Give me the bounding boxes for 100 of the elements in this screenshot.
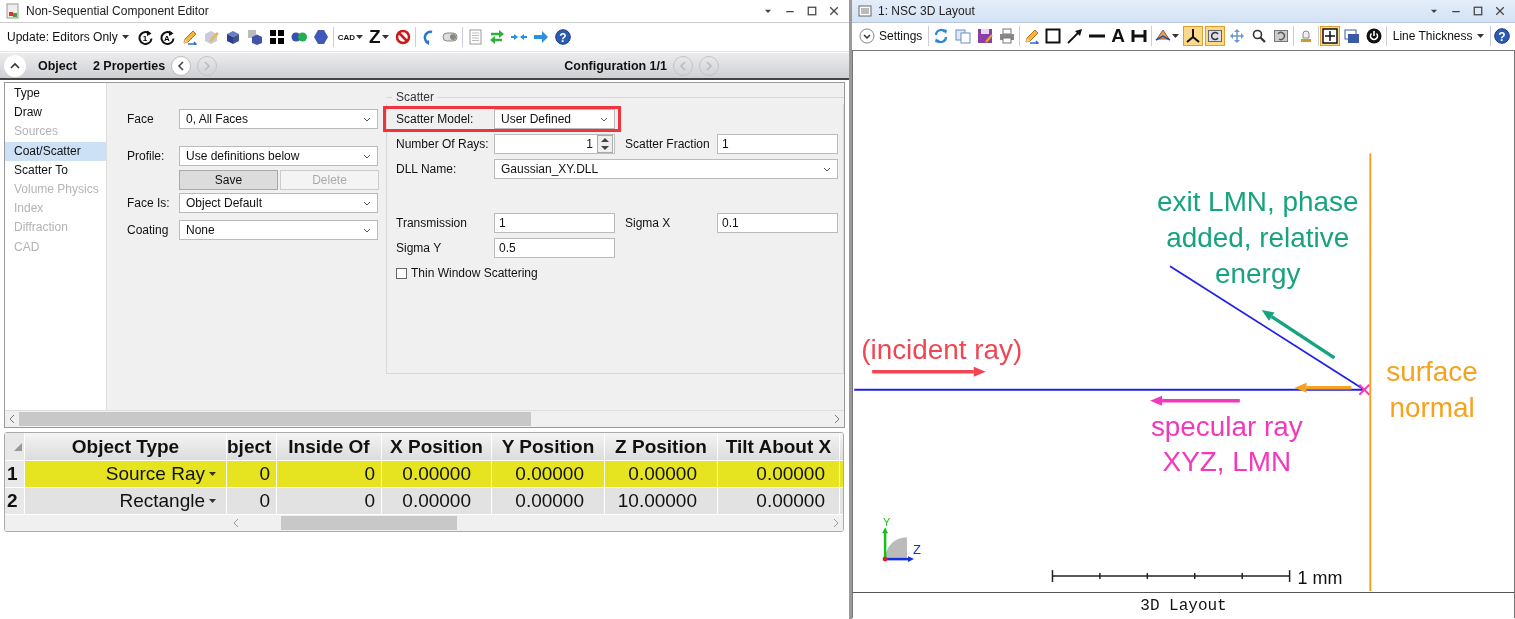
window-icon — [858, 4, 872, 18]
row-number[interactable]: 1 — [5, 461, 25, 487]
toggle-button[interactable] — [1320, 26, 1341, 46]
dropdown-field[interactable]: Gaussian_XY.DLL — [494, 159, 838, 179]
object-type-dropdown[interactable]: Source Ray — [25, 461, 227, 487]
annotation-label: specular ray XYZ, LMN — [1150, 410, 1303, 478]
column-header[interactable]: X Position — [382, 433, 492, 460]
right-arrow-icon[interactable] — [532, 29, 549, 45]
settings-button[interactable]: Settings — [855, 25, 927, 47]
pencil-icon[interactable] — [180, 29, 197, 45]
pencil-icon[interactable] — [1023, 28, 1040, 44]
field-label: Coating — [127, 223, 170, 237]
field-label: Sigma Y — [396, 241, 443, 255]
chevron-left-icon — [679, 60, 687, 71]
column-header[interactable]: bject — [227, 433, 277, 460]
table-cell: 0.00000 — [492, 461, 605, 487]
maximize-icon[interactable] — [1473, 6, 1483, 16]
input-field[interactable]: 1 — [494, 213, 615, 233]
section-item[interactable]: Type — [5, 84, 106, 104]
table-cell: 0 — [227, 488, 277, 514]
checkbox[interactable] — [396, 267, 407, 279]
table-cell: 0.00000 — [382, 488, 492, 514]
rectangle-icon[interactable] — [1045, 28, 1062, 44]
chevron-right-icon — [705, 60, 713, 71]
section-item[interactable]: Draw — [5, 103, 106, 123]
hexagon-icon[interactable] — [312, 29, 329, 45]
cube-icon[interactable] — [224, 29, 241, 45]
dropdown-field[interactable]: Object Default — [179, 193, 378, 213]
column-header[interactable]: Y Position — [492, 433, 605, 460]
spinner-arrows-icon[interactable] — [597, 135, 613, 153]
printer-icon[interactable] — [998, 28, 1015, 44]
collapse-button[interactable] — [4, 54, 26, 77]
swap-icon[interactable] — [488, 29, 505, 45]
help-icon[interactable]: ? — [554, 29, 571, 45]
reset-icon[interactable] — [1273, 28, 1290, 44]
caret-icon — [356, 35, 364, 39]
rotate-icon — [1207, 28, 1224, 44]
toolbar-dropdown[interactable]: Line Thickness — [1388, 26, 1488, 46]
row-number[interactable]: 2 — [5, 488, 25, 514]
column-header[interactable]: Z Position — [605, 433, 718, 460]
dimension-icon[interactable] — [1130, 28, 1147, 44]
refresh-icon[interactable] — [932, 28, 949, 44]
toolbar-dropdown[interactable]: Update: Editors Only — [3, 27, 133, 47]
tool-glyph[interactable]: A — [1111, 27, 1125, 45]
axis-label: Y — [883, 516, 891, 529]
axis-label: Z — [913, 542, 921, 558]
chevron-up-icon — [10, 62, 20, 69]
window-title: Non-Sequential Component Editor — [26, 4, 209, 18]
help-icon[interactable]: ? — [1494, 28, 1510, 44]
chevron-down-icon — [859, 28, 875, 44]
chevron-down-icon — [363, 116, 371, 122]
tool-glyph[interactable]: CAD — [337, 32, 356, 42]
close-icon[interactable] — [1495, 6, 1505, 16]
dropdown-field[interactable]: None — [179, 220, 378, 240]
tool-glyph[interactable]: Z — [369, 28, 381, 46]
field-label: DLL Name: — [396, 162, 458, 176]
document-icon — [6, 3, 20, 19]
close-icon[interactable] — [829, 6, 839, 16]
annotation-label: exit LMN, phase added, relative energy — [1157, 186, 1359, 290]
chevron-right-icon — [203, 60, 212, 71]
save-icon[interactable] — [976, 28, 993, 44]
view-icon[interactable] — [1155, 28, 1172, 44]
object-type-dropdown[interactable]: Rectangle — [25, 488, 227, 514]
table-cell: 0.00000 — [718, 488, 840, 514]
scale-label: 1 mm — [1297, 568, 1343, 589]
table-cell: 0 — [277, 461, 382, 487]
column-header[interactable]: Tilt About X — [718, 433, 840, 460]
spinner-field[interactable]: 1 — [494, 134, 615, 154]
input-field[interactable]: 0.1 — [717, 213, 838, 233]
windows-icon[interactable] — [1344, 28, 1361, 44]
corner-triangle-icon — [14, 443, 22, 451]
column-header[interactable]: Object Type — [25, 433, 227, 460]
diagonal-arrow-icon[interactable] — [1067, 28, 1084, 44]
toggle-button[interactable] — [1183, 26, 1204, 46]
move-icon[interactable] — [1229, 28, 1246, 44]
maximize-icon[interactable] — [807, 6, 817, 16]
scrollbar-thumb[interactable] — [281, 516, 457, 530]
input-field[interactable]: 1 — [717, 134, 838, 154]
table-cell: 0.00000 — [382, 461, 492, 487]
save-button[interactable]: Save — [179, 170, 278, 190]
axes-icon — [1185, 28, 1202, 44]
checkbox-label: Thin Window Scattering — [411, 266, 538, 280]
scrollbar-thumb[interactable] — [19, 412, 531, 426]
power-icon[interactable] — [1366, 28, 1383, 44]
dropdown-field[interactable]: Use definitions below — [179, 146, 378, 166]
toggle-button[interactable] — [1205, 26, 1226, 46]
previous-button[interactable] — [171, 55, 192, 76]
input-field[interactable]: 0.5 — [494, 238, 615, 258]
search-icon[interactable] — [1251, 28, 1268, 44]
grid-icon[interactable] — [268, 29, 285, 45]
no-entry-icon[interactable] — [394, 29, 411, 45]
caret-icon — [209, 472, 216, 476]
section-item[interactable]: Scatter To — [5, 160, 106, 180]
table-cell: 0.00000 — [492, 488, 605, 514]
dropdown-field[interactable]: User Defined — [494, 109, 615, 129]
column-header[interactable]: Inside Of — [277, 433, 382, 460]
footer-label: 3D Layout — [1140, 596, 1227, 615]
section-item[interactable]: Coat/Scatter — [5, 141, 106, 161]
cubes-icon[interactable] — [246, 29, 263, 45]
dropdown-field[interactable]: 0, All Faces — [179, 109, 378, 129]
